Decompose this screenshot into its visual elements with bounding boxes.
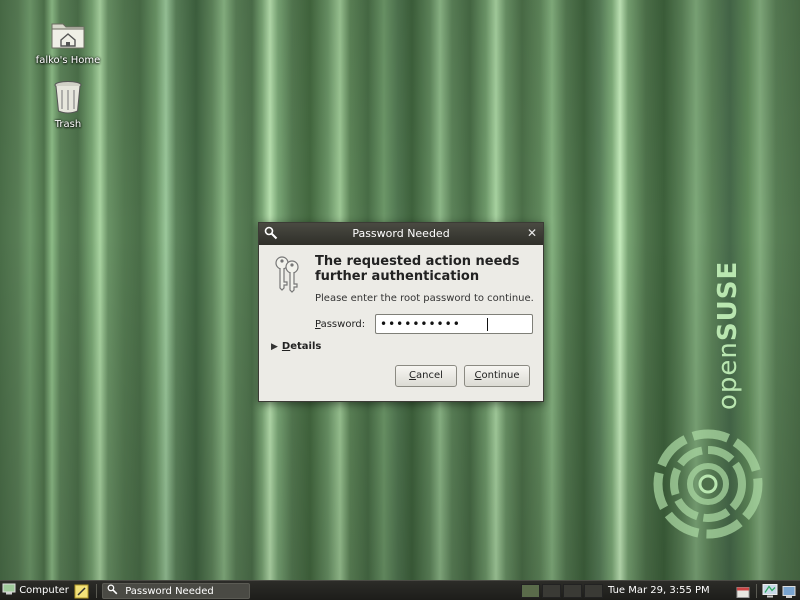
dialog-message: Please enter the root password to contin… xyxy=(315,293,534,304)
network-monitor-icon[interactable] xyxy=(762,583,778,599)
desktop-icon-label: Trash xyxy=(54,119,82,130)
workspace-3[interactable] xyxy=(563,584,582,598)
opensuse-logo-icon xyxy=(653,429,763,539)
computer-icon xyxy=(2,583,16,595)
trash-icon xyxy=(54,81,82,114)
dialog-title: Password Needed xyxy=(352,227,450,240)
workspace-2[interactable] xyxy=(542,584,561,598)
label-rest: assword: xyxy=(320,319,366,330)
desktop-icon-label: falko's Home xyxy=(35,55,101,66)
brand-light: open xyxy=(713,341,743,410)
close-icon[interactable]: ✕ xyxy=(527,226,537,240)
dialog-titlebar[interactable]: Password Needed ✕ xyxy=(259,223,543,245)
taskbar-window-password-needed[interactable]: Password Needed xyxy=(102,583,250,599)
display-icon[interactable] xyxy=(782,584,796,600)
desktop-icon-trash[interactable]: Trash xyxy=(28,80,108,130)
opensuse-wordmark: openSUSE xyxy=(713,261,743,410)
label-rest: ancel xyxy=(416,370,443,381)
bottom-panel: Computer Password Needed Tue Mar 29, 3:5… xyxy=(0,580,800,600)
computer-menu-label: Computer xyxy=(19,585,69,596)
panel-separator xyxy=(96,584,97,598)
password-dialog: Password Needed ✕ The requested action n… xyxy=(258,222,544,402)
dialog-heading: The requested action needs further authe… xyxy=(315,254,520,284)
search-key-icon xyxy=(107,584,118,595)
clock[interactable]: Tue Mar 29, 3:55 PM xyxy=(608,583,710,599)
details-expander[interactable]: ▶ Details xyxy=(271,341,321,352)
workspace-switcher[interactable] xyxy=(521,584,603,598)
mnemonic: C xyxy=(474,370,482,381)
text-cursor xyxy=(487,318,488,331)
continue-button[interactable]: Continue xyxy=(464,365,530,387)
password-field[interactable] xyxy=(375,314,533,334)
label-rest: ontinue xyxy=(481,370,520,381)
mnemonic: D xyxy=(281,341,291,352)
keys-icon xyxy=(275,256,299,293)
cancel-button[interactable]: Cancel xyxy=(395,365,457,387)
desktop-icon-home[interactable]: falko's Home xyxy=(28,18,108,66)
brand-bold: SUSE xyxy=(713,260,743,342)
label-rest: etails xyxy=(290,341,322,352)
taskbar-window-label: Password Needed xyxy=(125,586,214,597)
notes-launcher-icon[interactable] xyxy=(74,583,90,599)
expander-triangle-icon: ▶ xyxy=(271,342,278,352)
mnemonic: C xyxy=(409,370,417,381)
workspace-1[interactable] xyxy=(521,584,540,598)
calendar-icon[interactable] xyxy=(736,584,750,600)
workspace-4[interactable] xyxy=(584,584,603,598)
computer-menu-button[interactable]: Computer xyxy=(2,583,69,599)
home-folder-icon xyxy=(51,23,85,49)
panel-separator xyxy=(756,584,757,598)
password-label: Password: xyxy=(315,319,365,330)
